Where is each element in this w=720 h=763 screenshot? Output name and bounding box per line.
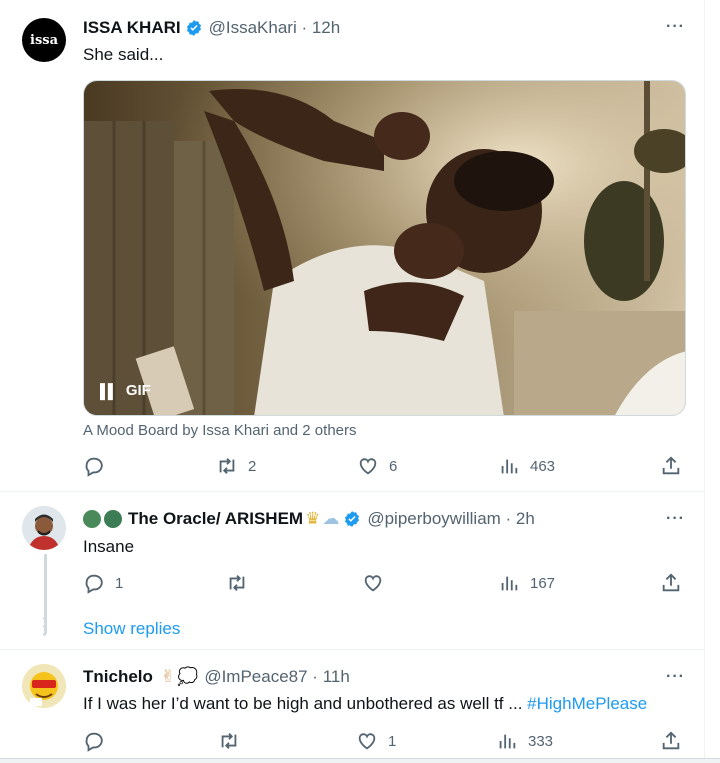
reply-button[interactable] (83, 455, 115, 477)
retweet-icon (221, 733, 237, 749)
tweet-the-oracle[interactable]: The Oracle/ ARISHEM ♛ ☁ @piperboywilliam… (0, 492, 705, 650)
verified-badge-icon (186, 20, 201, 36)
avatar[interactable]: issa (22, 18, 66, 62)
author-name[interactable]: The Oracle/ ARISHEM (128, 509, 303, 529)
avatar-image (22, 664, 66, 708)
like-button[interactable]: 6 (357, 455, 397, 477)
show-replies-link[interactable]: Show replies (83, 619, 180, 639)
retweet-count: 2 (248, 457, 257, 475)
verified-badge-icon (345, 511, 360, 527)
speech-bubble-icon: 💭 (177, 667, 199, 686)
heart-icon (359, 458, 377, 475)
bottom-edge (0, 758, 720, 763)
reply-button[interactable] (83, 730, 115, 752)
avatar[interactable] (22, 506, 66, 550)
views-button[interactable]: 167 (498, 572, 555, 594)
reply-icon (85, 732, 103, 752)
reply-icon (85, 574, 103, 594)
views-button[interactable]: 333 (496, 730, 553, 752)
heart-icon (364, 575, 382, 592)
views-count: 333 (528, 732, 554, 750)
views-icon (501, 576, 518, 591)
like-count: 1 (388, 732, 397, 750)
pause-icon[interactable]: ▌▌ (100, 383, 118, 399)
retweet-button[interactable]: 2 (216, 455, 256, 477)
author-handle[interactable]: @IssaKhari · 12h (209, 18, 341, 38)
reply-icon (85, 457, 103, 477)
like-count: 6 (389, 457, 398, 475)
views-count: 167 (530, 574, 556, 592)
views-icon (501, 459, 518, 474)
gif-media[interactable]: ▌▌ GIF (83, 80, 686, 416)
retweet-button[interactable] (218, 730, 250, 752)
tweet-actions: 2 6 463 (0, 455, 705, 479)
retweet-icon (219, 458, 235, 474)
more-options-icon[interactable]: ··· (666, 18, 685, 36)
share-icon (662, 456, 680, 475)
peace-hand-icon: ✌ (160, 667, 176, 686)
author-name[interactable]: Tnichelo (83, 667, 153, 687)
tweet-text: If I was her I’d want to be high and unb… (83, 694, 647, 714)
tweet-header: The Oracle/ ARISHEM ♛ ☁ @piperboywilliam… (83, 509, 535, 529)
tweet-text: Insane (83, 537, 135, 556)
reply-count: 1 (115, 574, 124, 592)
tweet-actions: 1 333 (0, 730, 705, 754)
heart-icon (358, 733, 376, 750)
globe-icon (104, 510, 122, 528)
avatar-image (22, 506, 66, 550)
share-button[interactable] (660, 730, 682, 752)
share-button[interactable] (660, 572, 682, 594)
globe-icon (83, 510, 101, 528)
share-icon (662, 731, 680, 750)
author-name[interactable]: ISSA KHARI (83, 18, 181, 38)
share-icon (662, 573, 680, 592)
hashtag-link[interactable]: #HighMePlease (527, 694, 647, 713)
share-button[interactable] (660, 455, 682, 477)
gif-badge[interactable]: ▌▌ GIF (100, 382, 151, 399)
more-options-icon[interactable]: ··· (666, 668, 685, 686)
author-handle[interactable]: @piperboywilliam · 2h (367, 509, 535, 529)
gif-image (84, 81, 685, 415)
views-count: 463 (530, 457, 556, 475)
tweet-issa-khari[interactable]: issa ISSA KHARI @IssaKhari · 12h ··· She… (0, 0, 705, 492)
tweet-actions: 1 167 (0, 572, 705, 596)
like-button[interactable]: 1 (356, 730, 396, 752)
tweet-header: ISSA KHARI @IssaKhari · 12h (83, 18, 340, 38)
more-options-icon[interactable]: ··· (666, 510, 685, 528)
mood-board-link[interactable]: A Mood Board by Issa Khari and 2 others (83, 422, 357, 439)
thread-dots (43, 617, 47, 639)
tweet-header: Tnichelo ✌ 💭 @ImPeace87 · 11h (83, 667, 350, 687)
retweet-button[interactable] (226, 572, 258, 594)
tweet-body: If I was her I’d want to be high and unb… (83, 694, 523, 713)
crown-icon: ♛ (305, 509, 321, 528)
tweet-text: She said... (83, 45, 164, 64)
retweet-icon (229, 575, 245, 591)
page-margin (705, 0, 720, 763)
timeline: issa ISSA KHARI @IssaKhari · 12h ··· She… (0, 0, 705, 763)
tweet-tnichelo[interactable]: Tnichelo ✌ 💭 @ImPeace87 · 11h ··· If I w… (0, 650, 705, 758)
avatar[interactable] (22, 664, 66, 708)
views-icon (499, 734, 516, 749)
avatar-logo-text: issa (30, 32, 58, 48)
wind-icon: ☁ (322, 509, 340, 528)
reply-button[interactable]: 1 (83, 572, 123, 594)
gif-label: GIF (125, 382, 151, 399)
like-button[interactable] (362, 572, 394, 594)
views-button[interactable]: 463 (498, 455, 555, 477)
author-handle[interactable]: @ImPeace87 · 11h (204, 667, 349, 687)
